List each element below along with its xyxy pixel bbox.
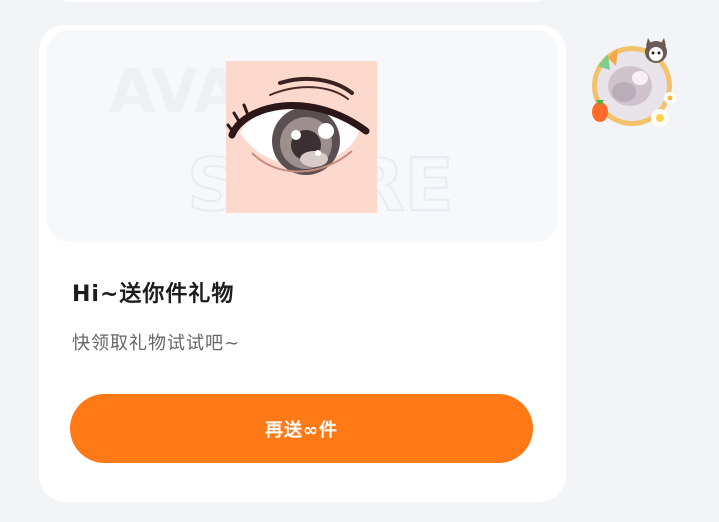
previous-card-edge: [52, 0, 552, 2]
item-preview-panel: AVATAR STORE: [47, 30, 558, 242]
gift-card-title: Hi~送你件礼物: [72, 282, 235, 307]
gift-card: AVATAR STORE Hi~送你件礼物 快领取礼物试试: [39, 25, 566, 502]
anime-eye-item-image: [226, 61, 377, 213]
gift-card-subtitle: 快领取礼物试试吧~: [72, 333, 241, 354]
user-avatar-icon[interactable]: [586, 36, 680, 132]
send-again-button[interactable]: 再送∞件: [70, 394, 533, 463]
